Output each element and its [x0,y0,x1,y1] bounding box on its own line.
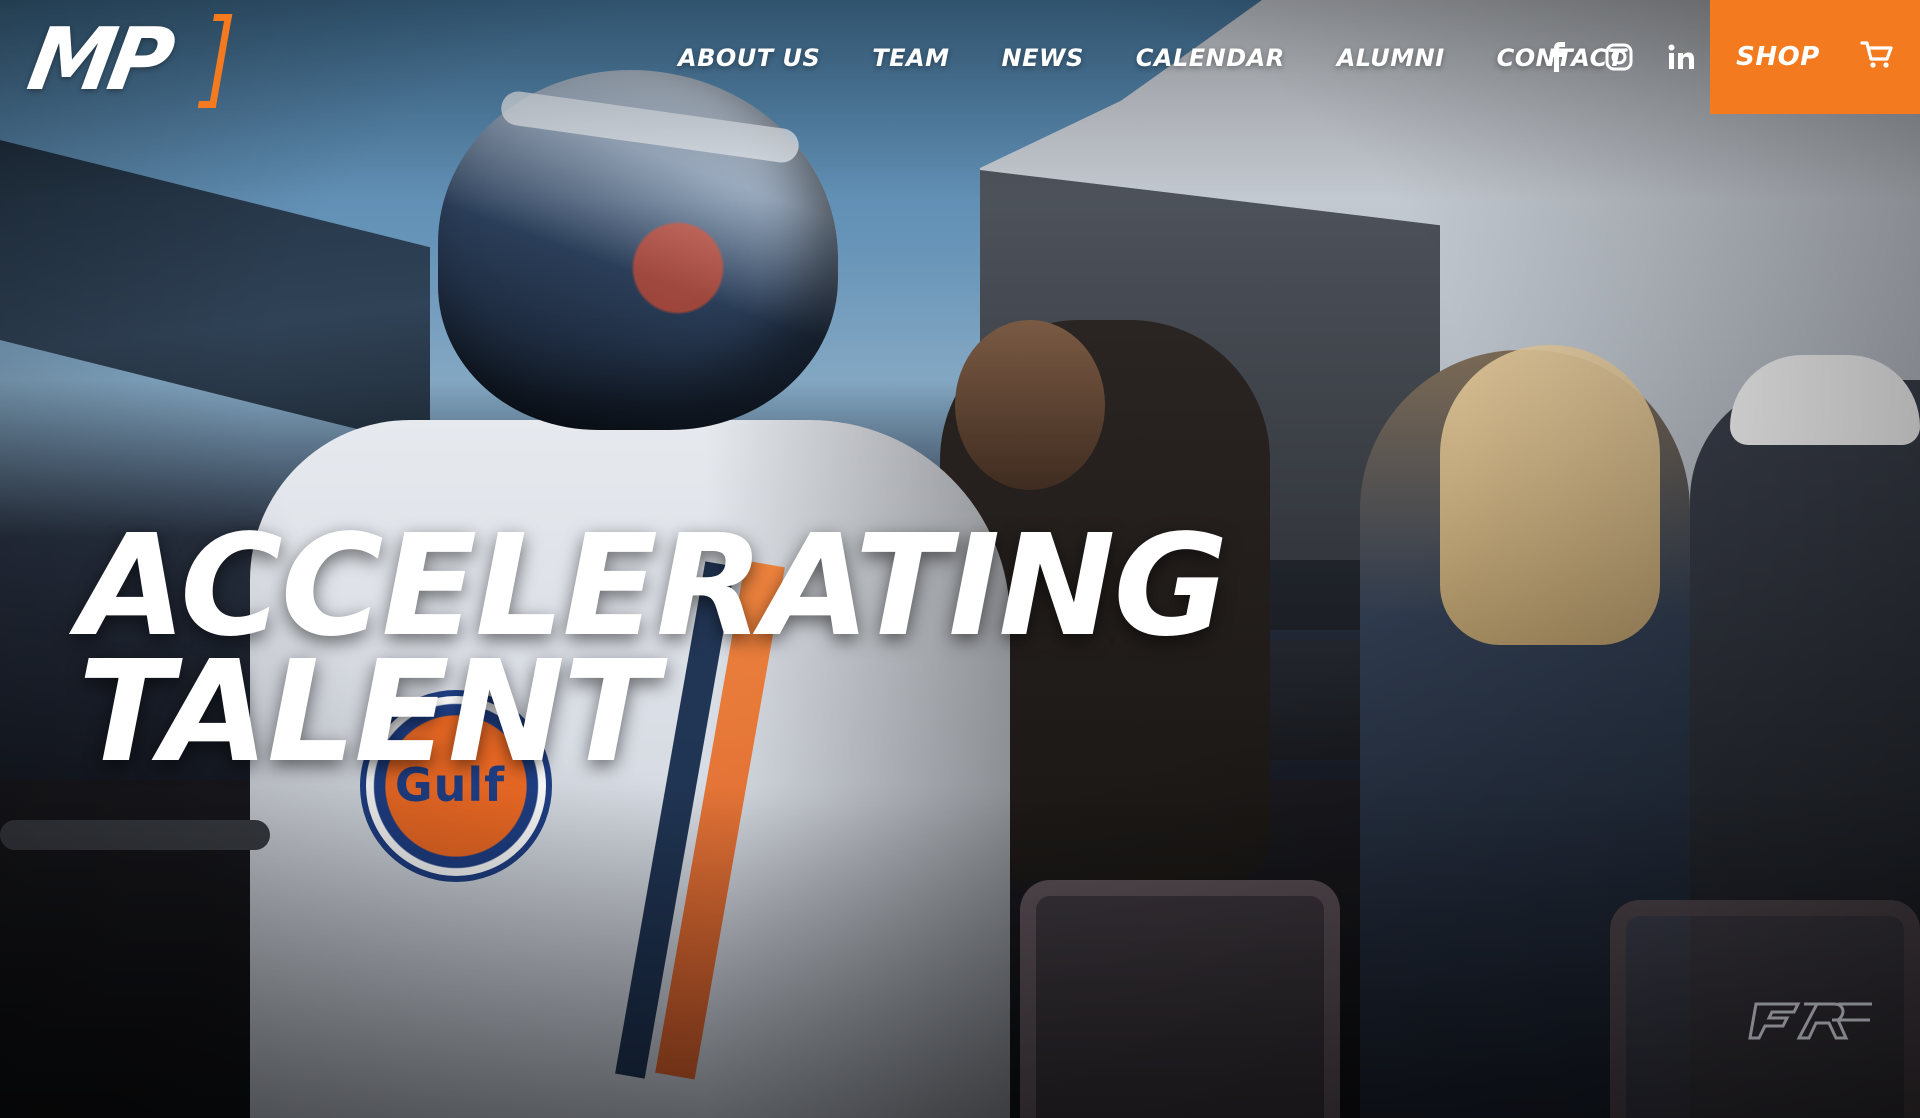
instagram-icon[interactable] [1602,40,1636,74]
cart-icon-svg [1860,41,1893,68]
shop-label: SHOP [1736,42,1820,72]
nav-alumni[interactable]: ALUMNI [1337,44,1445,72]
hero-section: Gulf MP ABOUT US TEAM NEWS CALENDAR ALUM… [0,0,1920,1118]
hero-title-line-2: TALENT [78,630,659,794]
shop-button[interactable]: SHOP [1710,0,1920,114]
grandstand [0,140,430,448]
linkedin-icon-svg [1668,44,1694,69]
nav-news[interactable]: NEWS [1002,44,1084,72]
instagram-icon-svg [1605,43,1633,71]
video-watermark-icon [1746,994,1876,1046]
facebook-icon-svg [1550,42,1565,72]
watermark-icon-svg [1748,1002,1872,1040]
cart-icon [1860,40,1894,74]
social-links [1540,36,1698,78]
barrier-left [0,820,270,850]
main-nav: ABOUT US TEAM NEWS CALENDAR ALUMNI CONTA… [678,34,1625,82]
nav-about-us[interactable]: ABOUT US [678,44,820,72]
team-member-head [955,320,1105,490]
barrier-middle [1020,880,1340,1118]
hero-title: ACCELERATING TALENT [78,516,1278,794]
photographer-woman-hair [1440,345,1660,645]
linkedin-icon[interactable] [1664,40,1698,74]
nav-calendar[interactable]: CALENDAR [1136,44,1285,72]
facebook-icon[interactable] [1540,40,1574,74]
logo-bracket-icon [197,14,233,108]
site-logo[interactable]: MP [21,8,233,112]
site-header: MP ABOUT US TEAM NEWS CALENDAR ALUMNI CO… [0,0,1920,114]
nav-team[interactable]: TEAM [872,44,949,72]
logo-text: MP [21,10,176,110]
